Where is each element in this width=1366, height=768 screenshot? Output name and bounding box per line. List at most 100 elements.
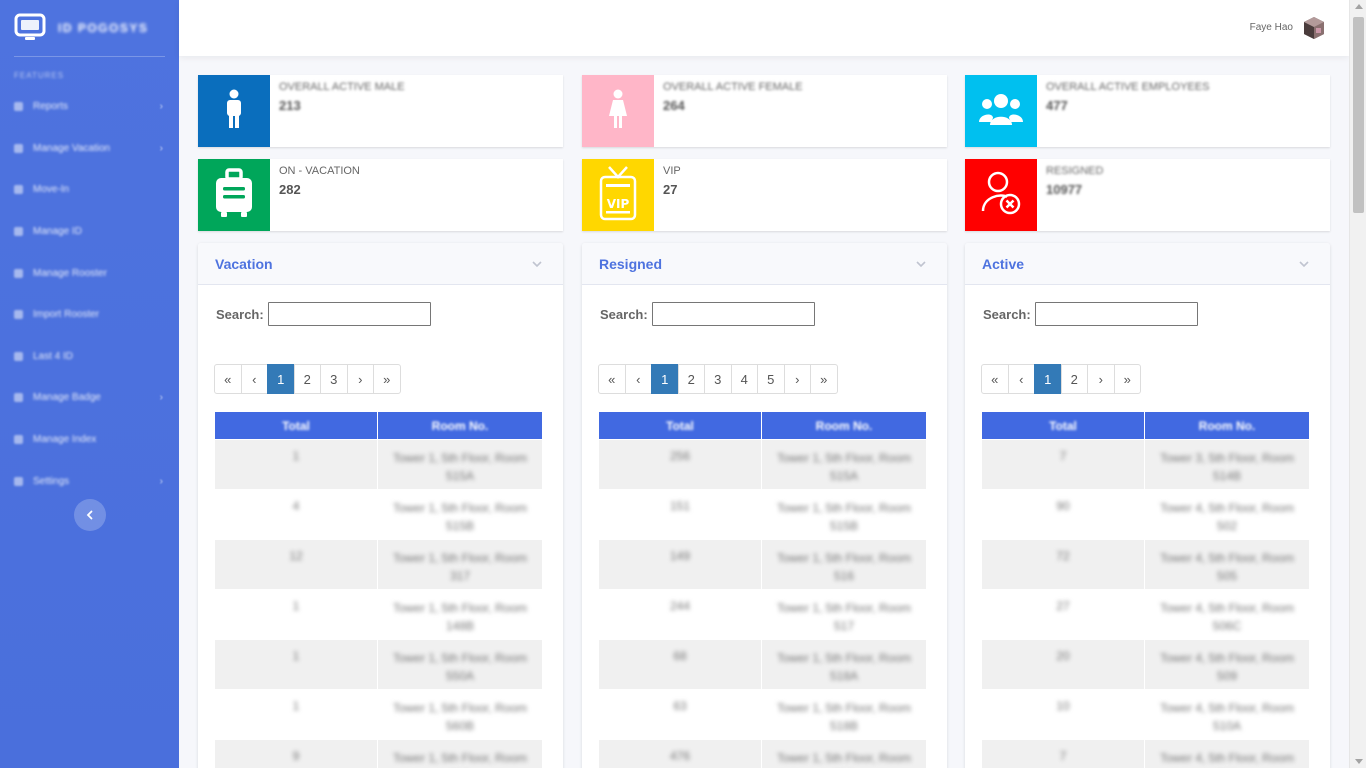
table-row: 1 Tower 1, 5th Floor, Room 550A	[214, 639, 543, 690]
stat-text: OVERALL ACTIVE MALE 213	[279, 81, 405, 113]
sidebar-item[interactable]: Manage Vacation ›	[0, 128, 179, 170]
sidebar-item[interactable]: Manage Badge ›	[0, 377, 179, 419]
pagination: «‹ 1 2 3 4 5 ›»	[598, 364, 838, 394]
room-cell: Tower 1, 5th Floor, Room 518B	[761, 689, 927, 740]
total-cell: 256	[598, 439, 762, 490]
total-cell: 12	[214, 539, 378, 590]
page-button[interactable]: 2	[1060, 364, 1088, 394]
chevron-down-icon[interactable]	[915, 258, 927, 270]
table-header-row: Total Room No.	[214, 411, 543, 440]
page-button[interactable]: 2	[293, 364, 321, 394]
chevron-down-icon[interactable]	[1298, 258, 1310, 270]
page-button[interactable]: ‹	[1007, 364, 1035, 394]
page-scrollbar[interactable]	[1349, 0, 1366, 768]
stat-icon-box	[965, 159, 1037, 231]
total-cell: 7	[981, 739, 1145, 768]
page-button[interactable]: 3	[704, 364, 732, 394]
stat-icon-box	[198, 159, 270, 231]
sidebar-item[interactable]: Reports ›	[0, 86, 179, 128]
column-header-room[interactable]: Room No.	[377, 411, 543, 440]
page-button[interactable]: »	[810, 364, 838, 394]
room-cell: Tower 1, 5th Floor, Room 515B	[377, 489, 543, 540]
stat-card: VIP VIP 27	[582, 159, 947, 231]
sidebar-item[interactable]: Move-In	[0, 169, 179, 211]
sidebar-item-label: Last 4 ID	[33, 350, 74, 362]
room-cell: Tower 1, 5th Floor, Room 317	[377, 539, 543, 590]
stat-value: 10977	[1046, 182, 1083, 197]
stat-card: OVERALL ACTIVE FEMALE 264	[582, 75, 947, 147]
sidebar-item[interactable]: Manage Rooster	[0, 252, 179, 294]
column-header-total[interactable]: Total	[214, 411, 378, 440]
table-row: 27 Tower 4, 5th Floor, Room 506C	[981, 589, 1310, 640]
chevron-right-icon: ›	[159, 392, 163, 404]
table-row: 7 Tower 3, 5th Floor, Room 514B	[981, 439, 1310, 490]
stat-label: OVERALL ACTIVE MALE	[279, 81, 405, 93]
panel-header[interactable]: Vacation	[198, 243, 563, 285]
page-button[interactable]: 5	[757, 364, 785, 394]
sidebar-item-label: Manage ID	[33, 226, 82, 238]
page-button[interactable]: 1	[267, 364, 295, 394]
stat-value: 27	[663, 182, 678, 197]
search-input[interactable]	[267, 302, 431, 326]
panel-header[interactable]: Active	[965, 243, 1330, 285]
page-button[interactable]: 4	[730, 364, 758, 394]
page-button[interactable]: 1	[1034, 364, 1062, 394]
page-button[interactable]: ›	[346, 364, 374, 394]
sidebar-item[interactable]: Last 4 ID	[0, 336, 179, 378]
stat-label: OVERALL ACTIVE FEMALE	[663, 81, 803, 93]
stat-card: OVERALL ACTIVE EMPLOYEES 477	[965, 75, 1330, 147]
page-button[interactable]: ‹	[240, 364, 268, 394]
scroll-up-icon[interactable]	[1355, 4, 1363, 9]
total-cell: 244	[598, 589, 762, 640]
stat-label: OVERALL ACTIVE EMPLOYEES	[1046, 81, 1210, 93]
page-button[interactable]: ‹	[624, 364, 652, 394]
page-button[interactable]: 2	[677, 364, 705, 394]
total-cell: 9	[214, 739, 378, 768]
panel-header[interactable]: Resigned	[582, 243, 947, 285]
page-button[interactable]: ›	[783, 364, 811, 394]
sidebar-item[interactable]: Settings ›	[0, 460, 179, 502]
page-button[interactable]: «	[981, 364, 1009, 394]
user-remove-icon	[981, 171, 1021, 220]
column-header-total[interactable]: Total	[598, 411, 762, 440]
search-input[interactable]	[651, 302, 815, 326]
page-button[interactable]: »	[1113, 364, 1141, 394]
sidebar-item[interactable]: Manage Index	[0, 419, 179, 461]
table-row: 68 Tower 1, 5th Floor, Room 518A	[598, 639, 927, 690]
stat-value: 282	[279, 182, 301, 197]
table-row: 151 Tower 1, 5th Floor, Room 515B	[598, 489, 927, 540]
page-button[interactable]: 3	[320, 364, 348, 394]
page-button[interactable]: «	[598, 364, 626, 394]
sidebar-item[interactable]: Import Rooster	[0, 294, 179, 336]
search-row: Search:	[983, 302, 1198, 326]
search-row: Search:	[600, 302, 815, 326]
sidebar-section-label: FEATURES	[14, 71, 65, 80]
users-icon	[978, 92, 1024, 131]
room-cell: Tower 3, 5th Floor, Room 514B	[1144, 439, 1310, 490]
table-row: 9Tower 1, 5th Floor, Room 512	[214, 739, 543, 768]
table-row: 244 Tower 1, 5th Floor, Room 517	[598, 589, 927, 640]
brand[interactable]: ID POGOSYS	[0, 0, 179, 56]
column-header-room[interactable]: Room No.	[761, 411, 927, 440]
page-button[interactable]: ›	[1087, 364, 1115, 394]
search-label: Search:	[983, 306, 1031, 322]
page-button[interactable]: 1	[651, 364, 679, 394]
column-header-room[interactable]: Room No.	[1144, 411, 1310, 440]
chevron-down-icon[interactable]	[531, 258, 543, 270]
monitor-logo-icon	[14, 13, 46, 40]
sidebar-item-label: Move-In	[33, 184, 70, 196]
sidebar-toggle-button[interactable]	[74, 499, 106, 531]
total-cell: 476	[598, 739, 762, 768]
scroll-thumb[interactable]	[1353, 17, 1364, 213]
sidebar-item[interactable]: Manage ID	[0, 211, 179, 253]
page-button[interactable]: «	[214, 364, 242, 394]
page-button[interactable]: »	[373, 364, 401, 394]
chevron-right-icon: ›	[159, 475, 163, 487]
table-row: 20 Tower 4, 5th Floor, Room 509	[981, 639, 1310, 690]
column-header-total[interactable]: Total	[981, 411, 1145, 440]
total-cell: 63	[598, 689, 762, 740]
table-row: 12 Tower 1, 5th Floor, Room 317	[214, 539, 543, 590]
user-menu[interactable]: Faye Hao	[1250, 14, 1327, 40]
scroll-down-icon[interactable]	[1355, 759, 1363, 764]
search-input[interactable]	[1034, 302, 1198, 326]
